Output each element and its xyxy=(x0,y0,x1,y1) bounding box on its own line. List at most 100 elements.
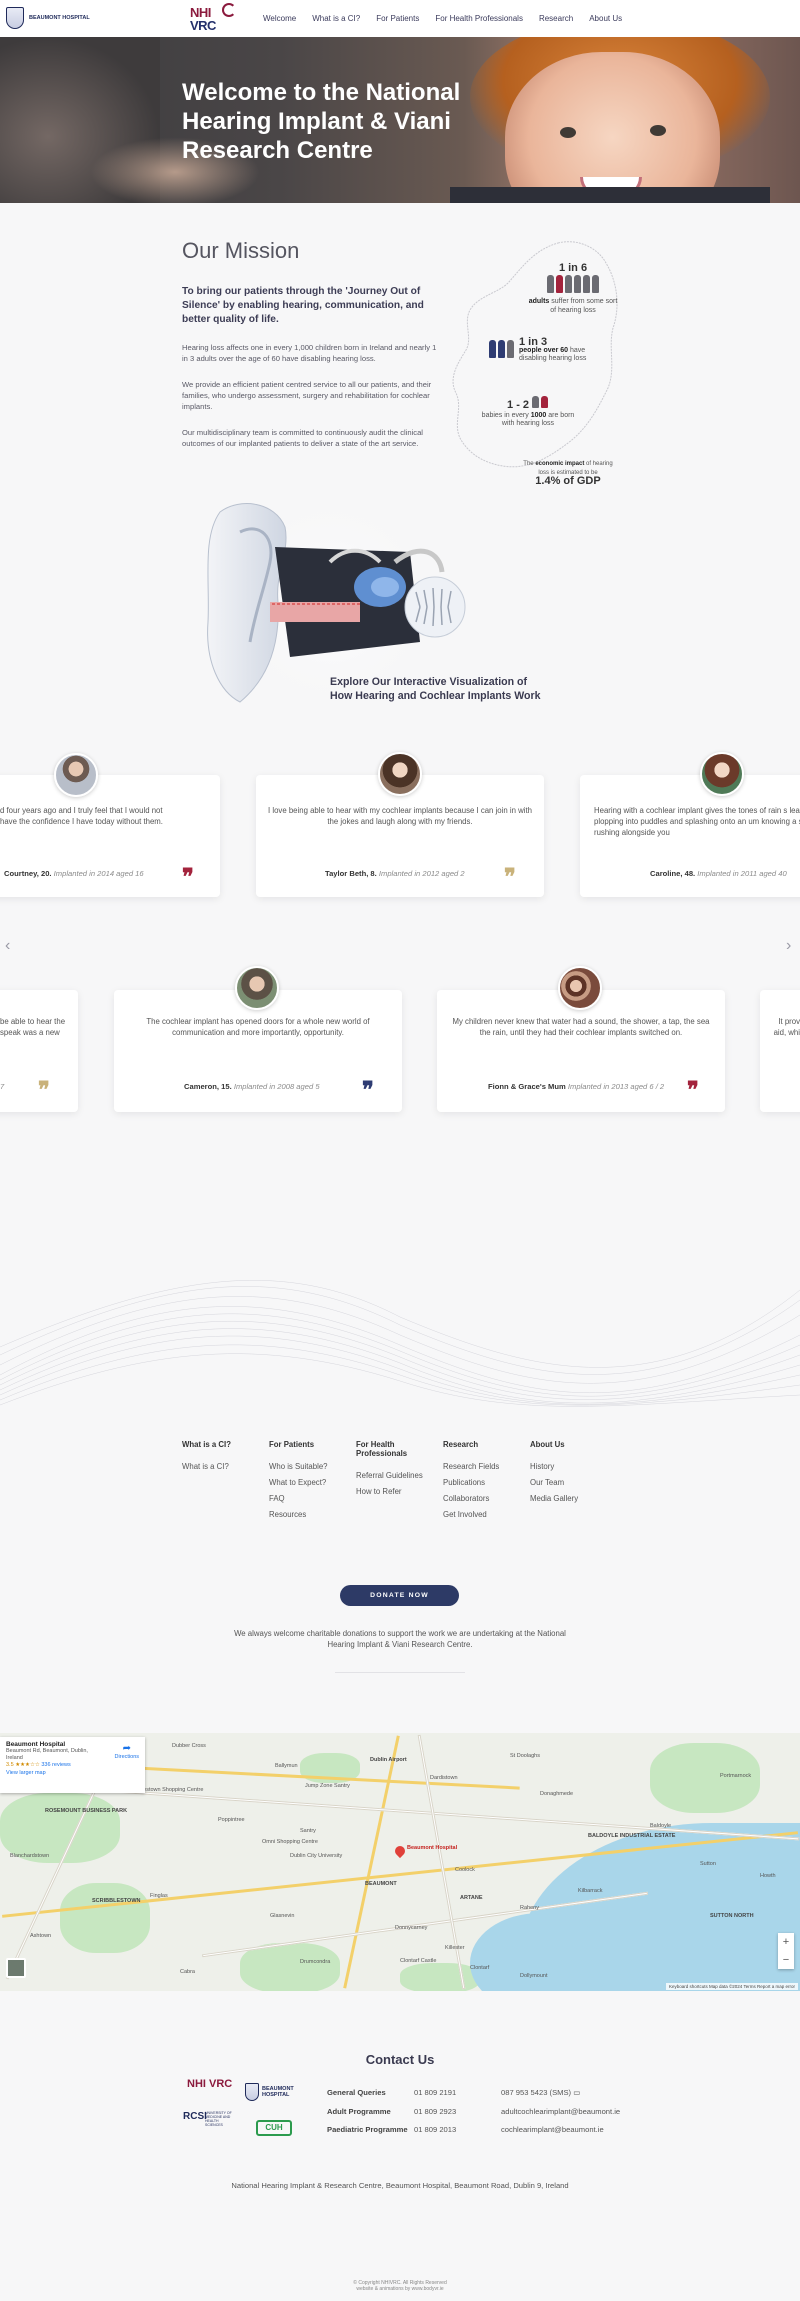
stat-bold: economic impact xyxy=(535,461,585,467)
testimonial-quote: Hearing with a cochlear implant gives th… xyxy=(594,806,800,837)
carousel-next-arrow[interactable]: › xyxy=(786,937,791,955)
map-label: Drumcondra xyxy=(300,1959,331,1965)
carousel-prev-arrow[interactable]: ‹ xyxy=(5,937,10,955)
nav-item-for-health-professionals[interactable]: For Health Professionals xyxy=(435,14,523,23)
google-map[interactable]: Dubber Cross Dublin Airport St Doolaghs … xyxy=(0,1733,800,1991)
zoom-in-button[interactable]: + xyxy=(778,1933,794,1951)
map-label: Ashtown xyxy=(30,1933,52,1939)
author-detail: Implanted in 2014 aged 16 xyxy=(53,869,144,878)
author-name: Taylor Beth, 8. xyxy=(325,869,377,878)
map-label: BEAUMONT xyxy=(365,1881,397,1887)
map-label: Raheny xyxy=(520,1905,539,1911)
logo-text: BEAUMONT HOSPITAL xyxy=(262,2086,294,2098)
mission-paragraph: Our multidisciplinary team is committed … xyxy=(182,428,423,448)
ireland-infographic: 1 in 6 adults suffer from some sort of h… xyxy=(448,238,626,488)
contact-phone[interactable]: 01 809 2013 xyxy=(414,2125,456,2134)
footer-link[interactable]: History xyxy=(530,1459,578,1475)
footer-link[interactable]: Research Fields xyxy=(443,1459,499,1475)
map-label: Dublin Airport xyxy=(370,1757,407,1763)
beaumont-logo-text: BEAUMONT HOSPITAL xyxy=(29,15,90,21)
beaumont-logo[interactable]: BEAUMONT HOSPITAL xyxy=(6,7,90,29)
zoom-out-button[interactable]: − xyxy=(778,1951,794,1969)
nhi-vrc-contact-logo: NHI VRC xyxy=(187,2079,237,2107)
contact-email[interactable]: adultcochlearimplant@beaumont.ie xyxy=(501,2107,620,2116)
footer-link[interactable]: Get Involved xyxy=(443,1507,499,1523)
nav-item-welcome[interactable]: Welcome xyxy=(263,14,296,23)
stat-figures xyxy=(528,274,618,297)
author-detail: Implanted in 2012 aged 2 xyxy=(378,869,465,878)
footer-link[interactable]: What to Expect? xyxy=(269,1475,328,1491)
footer-link[interactable]: What is a CI? xyxy=(182,1459,231,1475)
quote-mark-icon: ❞ xyxy=(38,1077,50,1103)
map-pin-icon[interactable] xyxy=(392,1843,408,1859)
reviews-link[interactable]: 336 reviews xyxy=(41,1762,70,1768)
footer-col-heading[interactable]: For Patients xyxy=(269,1440,328,1449)
person-icon xyxy=(498,340,505,358)
testimonial-author: Courtney, 20. Implanted in 2014 aged 16 xyxy=(4,869,144,878)
contact-label: Adult Programme xyxy=(327,2107,391,2116)
map-label: SCRIBBLESTOWN xyxy=(92,1898,141,1904)
donate-button[interactable]: DONATE NOW xyxy=(340,1585,459,1606)
divider xyxy=(335,1672,465,1673)
footer-link[interactable]: Publications xyxy=(443,1475,499,1491)
map-layers-button[interactable] xyxy=(6,1958,26,1978)
contact-email[interactable]: cochlearimplant@beaumont.ie xyxy=(501,2125,604,2134)
nav-item-about-us[interactable]: About Us xyxy=(589,14,622,23)
zoom-controls: + − xyxy=(778,1933,794,1969)
decorative-wave xyxy=(0,1280,800,1407)
footer-link[interactable]: Who is Suitable? xyxy=(269,1459,328,1475)
larger-map-link[interactable]: View larger map xyxy=(6,1770,139,1776)
map-label: Donaghmede xyxy=(540,1791,574,1797)
footer-link[interactable]: Media Gallery xyxy=(530,1491,578,1507)
contact-sms[interactable]: 087 953 5423 (SMS) ▭ xyxy=(501,2088,580,2097)
map-pin-label: Beaumont Hospital xyxy=(407,1845,458,1851)
contact-phone[interactable]: 01 809 2923 xyxy=(414,2107,456,2116)
mission-paragraph: Hearing loss affects one in every 1,000 … xyxy=(182,343,437,363)
person-icon xyxy=(583,274,590,293)
directions-button[interactable]: ➦ Directions xyxy=(115,1743,139,1760)
footer-link[interactable]: How to Refer xyxy=(356,1484,426,1500)
logo-swirl-icon xyxy=(222,3,236,17)
person-icon xyxy=(592,274,599,293)
donate-text: We always welcome charitable donations t… xyxy=(234,1629,566,1649)
map-label: Killester xyxy=(445,1945,465,1951)
footer-col-heading[interactable]: Research xyxy=(443,1440,499,1449)
stat-economic: The economic impact of hearing loss is e… xyxy=(518,460,618,486)
map-park xyxy=(240,1943,340,1991)
footer-link[interactable]: Our Team xyxy=(530,1475,578,1491)
map-label: Ballymun xyxy=(275,1763,298,1769)
stat-big: 1 - 2 xyxy=(507,399,530,411)
sms-number: 087 953 5423 (SMS) xyxy=(501,2088,572,2097)
avatar xyxy=(700,752,744,796)
author-detail: 7 xyxy=(0,1082,5,1091)
nav-item-what-is-ci[interactable]: What is a CI? xyxy=(312,14,360,23)
footer-col-heading[interactable]: What is a CI? xyxy=(182,1440,231,1449)
author-name: Courtney, 20. xyxy=(4,869,52,878)
nav-item-research[interactable]: Research xyxy=(539,14,573,23)
baby-icon xyxy=(540,396,548,408)
contact-phone[interactable]: 01 809 2191 xyxy=(414,2088,456,2097)
baby-icon xyxy=(531,396,539,408)
nav-item-for-patients[interactable]: For Patients xyxy=(376,14,419,23)
contact-heading: Contact Us xyxy=(365,2052,435,2067)
map-label: Cabra xyxy=(180,1969,195,1975)
map-label: Portmarnock xyxy=(720,1773,752,1779)
stat-bold: 1000 xyxy=(530,411,547,419)
stat-bold: people over 60 xyxy=(519,346,569,354)
footer-col-heading[interactable]: About Us xyxy=(530,1440,578,1449)
footer-link[interactable]: FAQ xyxy=(269,1491,328,1507)
footer-link[interactable]: Referral Guidelines xyxy=(356,1468,426,1484)
footer-link[interactable]: Resources xyxy=(269,1507,328,1523)
map-label: St Doolaghs xyxy=(510,1753,540,1759)
footer-col-what-is-ci: What is a CI? What is a CI? xyxy=(182,1440,231,1475)
footer-col-heading[interactable]: For Health Professionals xyxy=(356,1440,426,1458)
credits-link[interactable]: website & animations by www.bodyvr.ie xyxy=(0,2286,800,2292)
footer-link[interactable]: Collaborators xyxy=(443,1491,499,1507)
logo-line-2: VRC xyxy=(190,18,216,33)
rating-value: 3.5 xyxy=(6,1762,14,1768)
nhi-vrc-logo[interactable]: NHI VRC xyxy=(188,3,240,35)
visualization-title[interactable]: Explore Our Interactive Visualization of… xyxy=(330,675,550,703)
crest-icon xyxy=(6,7,24,29)
map-info-card: Beaumont Hospital Beaumont Rd, Beaumont,… xyxy=(0,1737,145,1793)
testimonial-card: d four years ago and I truly feel that I… xyxy=(0,775,220,897)
